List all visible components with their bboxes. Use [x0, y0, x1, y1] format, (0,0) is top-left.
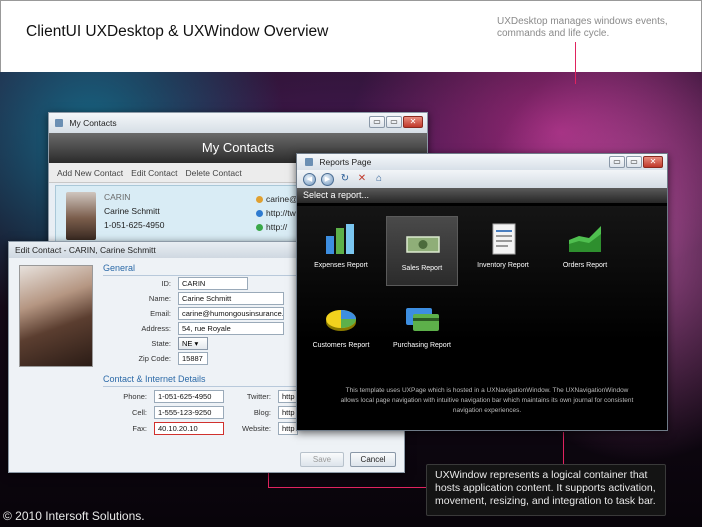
blog-field[interactable]: http — [278, 406, 298, 419]
edit-contact-title: Edit Contact - CARIN, Carine Schmitt — [15, 245, 156, 255]
contact-twitter[interactable]: http://tw — [266, 208, 296, 218]
website-field[interactable]: http — [278, 422, 298, 435]
address-field[interactable]: 54, rue Royale — [178, 322, 284, 335]
refresh-icon[interactable]: ↻ — [339, 173, 351, 185]
state-select[interactable]: NE ▾ — [178, 337, 208, 350]
close-button[interactable]: ✕ — [403, 116, 423, 128]
zip-label: Zip Code: — [138, 354, 171, 363]
contact-name: Carine Schmitt — [104, 206, 160, 216]
reports-heading: Select a report... — [297, 188, 667, 203]
maximize-button[interactable]: ▭ — [386, 116, 402, 128]
reports-footer: This template uses UXPage which is hoste… — [340, 387, 634, 414]
my-contacts-titlebar[interactable]: My Contacts ▭ ▭ ✕ — [49, 113, 427, 133]
desktop-note: UXDesktop manages windows events, comman… — [497, 16, 668, 39]
cell-label: Cell: — [131, 408, 147, 417]
address-label: Address: — [141, 324, 171, 333]
header-band: ClientUI UXDesktop & UXWindow Overview U… — [0, 0, 702, 72]
report-inventory[interactable]: Inventory Report — [467, 212, 539, 282]
name-label: Name: — [148, 294, 171, 303]
back-icon[interactable]: ◀ — [303, 172, 316, 186]
delete-contact-button[interactable]: Delete Contact — [185, 168, 241, 178]
website-label: Website: — [241, 424, 271, 433]
report-label: Orders Report — [562, 262, 608, 269]
reports-window[interactable]: Reports Page ▭ ▭ ✕ ◀ ▶ ↻ ✕ ⌂ Select a re… — [296, 153, 668, 431]
minimize-button[interactable]: ▭ — [609, 156, 625, 168]
email-label: Email: — [150, 309, 171, 318]
window-callout-line-v2 — [563, 432, 564, 464]
slide-title: ClientUI UXDesktop & UXWindow Overview — [26, 23, 329, 40]
add-contact-button[interactable]: Add New Contact — [57, 168, 123, 178]
edit-contact-photo — [19, 265, 93, 367]
name-field[interactable]: Carine Schmitt — [178, 292, 284, 305]
report-label: Inventory Report — [477, 262, 529, 269]
bar-chart-icon — [326, 224, 354, 254]
id-label: ID: — [161, 279, 171, 288]
area-chart-icon — [569, 226, 601, 252]
report-expenses[interactable]: Expenses Report — [305, 212, 377, 282]
reports-titlebar[interactable]: Reports Page ▭ ▭ ✕ — [297, 154, 667, 170]
report-purchasing[interactable]: Purchasing Report — [386, 292, 458, 362]
fax-label: Fax: — [132, 424, 147, 433]
state-value: NE — [182, 339, 193, 348]
close-button[interactable]: ✕ — [643, 156, 663, 168]
report-customers[interactable]: Customers Report — [305, 292, 377, 362]
id-field[interactable]: CARIN — [178, 277, 248, 290]
globe-icon — [256, 224, 263, 231]
email-icon — [256, 196, 263, 203]
minimize-button[interactable]: ▭ — [369, 116, 385, 128]
window-callout-line-h — [268, 487, 426, 488]
document-icon — [492, 223, 516, 255]
home-icon[interactable]: ⌂ — [373, 173, 385, 185]
edit-contact-button[interactable]: Edit Contact — [131, 168, 177, 178]
report-label: Purchasing Report — [393, 342, 451, 349]
copyright: © 2010 Intersoft Solutions. — [3, 509, 145, 523]
report-orders[interactable]: Orders Report — [549, 212, 621, 282]
window-app-icon — [305, 158, 313, 166]
desktop-callout-line — [575, 42, 576, 84]
report-sales[interactable]: Sales Report — [386, 216, 458, 286]
phone-label: Phone: — [123, 392, 147, 401]
report-label: Sales Report — [401, 265, 443, 272]
my-contacts-title: My Contacts — [69, 118, 117, 128]
money-icon — [406, 236, 440, 253]
report-label: Customers Report — [312, 342, 370, 349]
pie-chart-icon — [326, 310, 356, 331]
stop-icon[interactable]: ✕ — [356, 173, 368, 185]
window-note: UXWindow represents a logical container … — [426, 464, 666, 516]
twitter-label: Twitter: — [246, 392, 271, 401]
report-label: Expenses Report — [314, 262, 368, 269]
contact-web[interactable]: http:// — [266, 222, 287, 232]
blog-label: Blog: — [253, 408, 271, 417]
divider — [103, 275, 303, 276]
state-label: State: — [151, 339, 171, 348]
section-general: General — [103, 263, 136, 273]
contact-id: CARIN — [104, 192, 131, 202]
section-contact: Contact & Internet Details — [103, 374, 206, 384]
slide: ClientUI UXDesktop & UXWindow Overview U… — [0, 0, 702, 527]
save-button[interactable]: Save — [300, 452, 344, 467]
forward-icon[interactable]: ▶ — [321, 172, 334, 186]
cancel-button[interactable]: Cancel — [350, 452, 396, 467]
credit-card-icon — [406, 308, 439, 331]
maximize-button[interactable]: ▭ — [626, 156, 642, 168]
email-field[interactable]: carine@humongousinsurance.c — [178, 307, 284, 320]
window-app-icon — [55, 119, 63, 127]
contact-photo — [66, 192, 96, 240]
twitter-field[interactable]: http — [278, 390, 298, 403]
navigation-bar: ◀ ▶ ↻ ✕ ⌂ — [297, 170, 667, 188]
zip-field[interactable]: 15887 — [178, 352, 208, 365]
reports-title: Reports Page — [319, 157, 372, 167]
chevron-down-icon: ▾ — [194, 339, 199, 348]
contact-phone: 1-051-625-4950 — [104, 220, 165, 230]
twitter-icon — [256, 210, 263, 217]
